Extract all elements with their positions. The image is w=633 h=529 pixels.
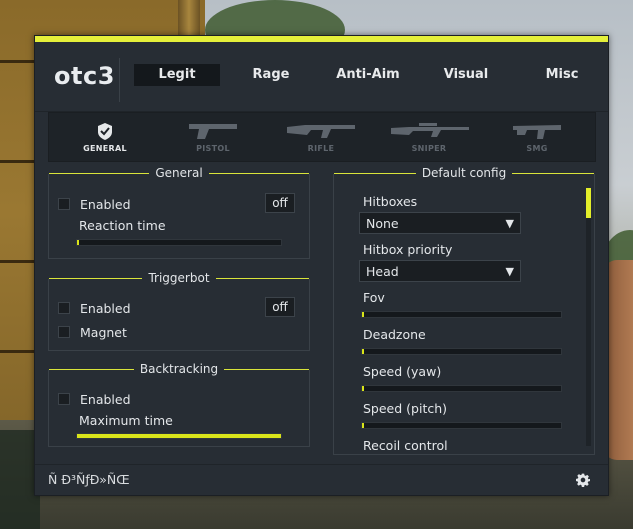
smg-icon xyxy=(513,125,561,139)
tab-legit[interactable]: Legit xyxy=(134,64,220,86)
speed-pitch-label: Speed (pitch) xyxy=(363,401,448,416)
checkbox-label: Magnet xyxy=(80,324,127,340)
main-tabs: Legit Rage Anti-Aim Visual Misc xyxy=(134,64,612,86)
speed-yaw-label: Speed (yaw) xyxy=(363,364,442,379)
weapon-tab-label: GENERAL xyxy=(83,144,127,153)
triggerbot-enabled-row: Enabled xyxy=(58,300,131,316)
gear-icon[interactable] xyxy=(576,473,590,487)
group-backtracking: Backtracking Enabled Maximum time xyxy=(48,362,310,447)
recoil-control-label: Recoil control xyxy=(363,438,448,453)
slider-fill xyxy=(362,386,364,391)
checkbox-label: Enabled xyxy=(80,196,131,212)
tab-rage[interactable]: Rage xyxy=(226,64,316,86)
fov-slider[interactable] xyxy=(361,311,562,318)
weapon-tab-smg[interactable]: SMG xyxy=(487,113,587,161)
scrollbar-thumb[interactable] xyxy=(586,188,591,218)
triggerbot-magnet-checkbox[interactable] xyxy=(58,326,70,338)
checkbox-label: Enabled xyxy=(80,300,131,316)
triggerbot-magnet-row: Magnet xyxy=(58,324,127,340)
group-title: Triggerbot xyxy=(49,271,309,285)
menu-header: otc3 Legit Rage Anti-Aim Visual Misc xyxy=(35,42,608,112)
maximum-time-slider[interactable] xyxy=(76,433,282,439)
deadzone-label: Deadzone xyxy=(363,327,426,342)
slider-fill xyxy=(362,423,364,428)
group-title: General xyxy=(49,166,310,180)
triggerbot-enabled-checkbox[interactable] xyxy=(58,302,70,314)
dropdown-value: None xyxy=(366,216,399,231)
hitboxes-dropdown[interactable]: None ▼ xyxy=(359,212,521,234)
group-title: Default config xyxy=(334,166,595,180)
backtracking-enabled-row: Enabled xyxy=(58,391,131,407)
slider-fill xyxy=(77,434,281,438)
slider-fill xyxy=(77,240,79,245)
weapon-tab-label: PISTOL xyxy=(196,144,230,153)
weapon-tab-label: SMG xyxy=(526,144,548,153)
tab-anti-aim[interactable]: Anti-Aim xyxy=(322,64,414,86)
checkbox-label: Enabled xyxy=(80,391,131,407)
group-triggerbot: Triggerbot Enabled off Magnet xyxy=(48,271,310,351)
footer-label: Ñ Ð³ÑƒÐ»ÑŒ xyxy=(48,472,130,487)
cheat-menu-window: otc3 Legit Rage Anti-Aim Visual Misc GEN… xyxy=(34,35,609,496)
rifle-icon xyxy=(287,125,355,138)
dropdown-value: Head xyxy=(366,264,399,279)
triggerbot-enabled-keybind[interactable]: off xyxy=(265,297,295,317)
hitboxes-label: Hitboxes xyxy=(363,194,418,209)
logo-divider xyxy=(119,58,120,102)
deadzone-slider[interactable] xyxy=(361,348,562,355)
app-logo: otc3 xyxy=(54,62,115,90)
weapon-tab-general[interactable]: GENERAL xyxy=(55,113,155,161)
backtracking-enabled-checkbox[interactable] xyxy=(58,393,70,405)
group-title-text: Backtracking xyxy=(139,362,219,376)
slider-fill xyxy=(362,349,364,354)
weapon-category-bar: GENERAL PISTOL RIFLE SNIPER SMG xyxy=(48,112,596,162)
reaction-time-slider[interactable] xyxy=(76,239,282,246)
weapon-tab-rifle[interactable]: RIFLE xyxy=(271,113,371,161)
sniper-icon xyxy=(391,123,469,137)
tab-misc[interactable]: Misc xyxy=(518,64,606,86)
default-config-scrollbar[interactable] xyxy=(586,188,591,446)
group-title-text: General xyxy=(155,166,203,180)
slider-fill xyxy=(362,312,364,317)
fov-label: Fov xyxy=(363,290,385,305)
group-title: Backtracking xyxy=(49,362,310,376)
shield-icon xyxy=(98,123,112,140)
reaction-time-label: Reaction time xyxy=(79,218,166,233)
footer-divider xyxy=(35,464,608,465)
weapon-tab-sniper[interactable]: SNIPER xyxy=(379,113,479,161)
speed-yaw-slider[interactable] xyxy=(361,385,562,392)
tab-visual[interactable]: Visual xyxy=(420,64,512,86)
group-general: General Enabled off Reaction time xyxy=(48,166,310,259)
general-enabled-checkbox[interactable] xyxy=(58,198,70,210)
group-title-text: Triggerbot xyxy=(148,271,210,285)
group-default-config: Default config Hitboxes None ▼ Hitbox pr… xyxy=(333,166,595,455)
chevron-down-icon: ▼ xyxy=(505,217,514,230)
chevron-down-icon: ▼ xyxy=(505,265,514,278)
weapon-tab-label: SNIPER xyxy=(411,144,447,153)
weapon-tab-label: RIFLE xyxy=(307,144,335,153)
pistol-icon xyxy=(189,124,237,139)
hitbox-priority-dropdown[interactable]: Head ▼ xyxy=(359,260,521,282)
weapon-tab-pistol[interactable]: PISTOL xyxy=(163,113,263,161)
hitbox-priority-label: Hitbox priority xyxy=(363,242,453,257)
group-title-text: Default config xyxy=(421,166,507,180)
maximum-time-label: Maximum time xyxy=(79,413,173,428)
general-enabled-keybind[interactable]: off xyxy=(265,193,295,213)
general-enabled-row: Enabled xyxy=(58,196,131,212)
speed-pitch-slider[interactable] xyxy=(361,422,562,429)
